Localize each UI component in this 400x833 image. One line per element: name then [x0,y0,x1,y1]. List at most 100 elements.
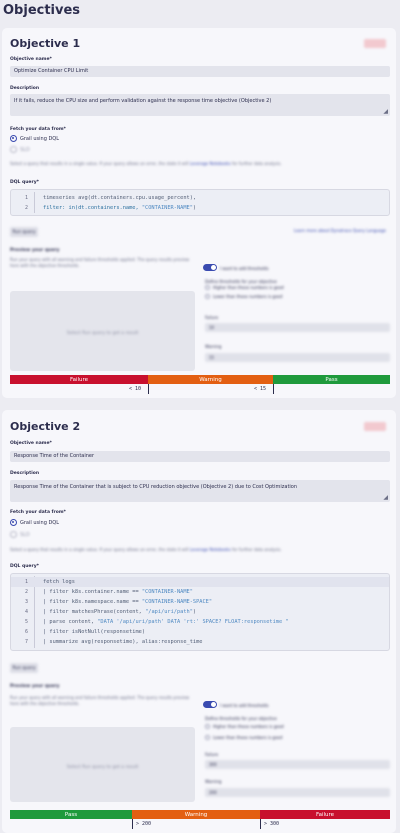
tick-label-2: > 300 [264,821,280,827]
failure-threshold-input[interactable]: 10 [205,323,390,332]
line-number: 2 [24,205,28,211]
code-text: filter: in(dt.containers.name, "CONTAINE… [43,205,197,211]
thresholds-toggle[interactable] [203,264,217,271]
learn-dql-link[interactable]: Learn more about Dynatrace Query Languag… [294,228,386,233]
code-text: | filter k8s.container.name == "CONTAINE… [43,589,193,595]
threshold-lower-radio[interactable]: Lower than these numbers is good [205,294,282,299]
threshold-ticks: > 200 > 300 [10,819,390,829]
code-text: timeseries avg(dt.containers.cpu.usage_p… [43,195,197,201]
code-text: | filter isNotNull(responsetime) [43,629,146,635]
page-title: Objectives [3,3,81,18]
preview-help-text: Run your query with all warning and fail… [10,695,190,706]
code-line: 5 | parse content, "DATA '/api/uri/path'… [11,617,389,627]
tick-label-1: < 10 [129,386,142,392]
pass-segment: Pass [10,810,132,819]
threshold-lower-radio[interactable]: Lower than these numbers is good [205,735,282,740]
thresholds-toggle-label: I want to add thresholds [220,266,269,271]
threshold-higher-radio[interactable]: Higher than these numbers is good [205,724,284,729]
source-other-radio[interactable]: SLO [10,146,30,153]
notebooks-link[interactable]: Leverage Notebooks [190,161,231,166]
resize-handle-icon[interactable]: ◢ [383,108,388,115]
define-thresholds-label: Define thresholds for your objective [205,716,277,721]
objective-name-label: Objective name* [10,441,52,446]
source-grail-label: Grail using DQL [20,519,60,526]
radio-unselected-icon [10,146,17,153]
code-line: 3 | filter k8s.namespace.name == "CONTAI… [11,597,389,607]
code-text: | filter k8s.namespace.name == "CONTAINE… [43,599,213,605]
failure-segment: Failure [260,810,390,819]
preview-query-label: Preview your query [10,684,60,689]
description-text: Response Time of the Container that is s… [14,484,298,490]
run-query-button[interactable]: Run query [10,227,38,237]
code-text: | filter matchesPhrase(content, "/api/ur… [43,609,197,615]
help-tail: for further data analysis. [232,161,282,166]
code-text: | summarize avg(responsetime), alias:res… [43,639,203,645]
delete-button[interactable] [364,39,386,48]
objective-name-input[interactable]: Response Time of the Container [10,451,390,462]
source-grail-radio[interactable]: Grail using DQL [10,519,59,526]
delete-button[interactable] [364,422,386,431]
failure-threshold-label: Failure [205,752,219,757]
objective-name-label: Objective name* [10,57,52,62]
help-text: Select a query that results in a single … [10,547,189,552]
radio-icon [205,285,210,290]
source-other-radio[interactable]: SLO [10,531,30,538]
warning-threshold-label: Warning [205,779,222,784]
help-text: Select a query that results in a single … [10,161,189,166]
line-number: 7 [24,639,28,645]
code-line: 6 | filter isNotNull(responsetime) [11,627,389,637]
line-number: 1 [24,195,28,201]
fetch-data-label: Fetch your data from* [10,127,66,132]
warning-threshold-input[interactable]: 15 [205,353,390,362]
objective-card-2: Objective 2 Objective name* Response Tim… [2,410,396,833]
failure-threshold-input[interactable]: 300 [205,760,390,769]
threshold-lower-label: Lower than these numbers is good [213,735,283,740]
code-text: fetch logs [43,579,75,585]
line-number: 6 [24,629,28,635]
preview-placeholder: Select Run query to get a result [66,764,139,770]
tick-label-1: > 200 [136,821,152,827]
run-query-button[interactable]: Run query [10,663,38,673]
line-number: 4 [24,609,28,615]
warning-segment: Warning [132,810,260,819]
preview-placeholder: Select Run query to get a result [66,331,139,336]
warning-threshold-input[interactable]: 200 [205,788,390,797]
warning-segment: Warning [148,375,273,384]
radio-icon [205,735,210,740]
description-text: If it fails, reduce the CPU size and per… [14,98,272,104]
code-line: 7 | summarize avg(responsetime), alias:r… [11,637,389,647]
tick-marker [260,819,261,829]
line-number: 1 [24,579,28,585]
objective-name-input[interactable]: Optimize Container CPU Limit [10,66,390,77]
preview-help-text: Run your query with all warning and fail… [10,257,190,268]
radio-selected-icon [10,519,17,526]
dql-query-label: DQL query* [10,180,39,185]
dql-editor[interactable]: 1 fetch logs 2 | filter k8s.container.na… [10,573,390,651]
description-textarea[interactable]: If it fails, reduce the CPU size and per… [10,94,390,116]
data-source-help: Select a query that results in a single … [10,161,282,166]
description-textarea[interactable]: Response Time of the Container that is s… [10,480,390,502]
data-source-help: Select a query that results in a single … [10,547,282,552]
radio-icon [205,724,210,729]
tick-marker [132,819,133,829]
failure-threshold-label: Failure [205,315,219,320]
threshold-bar: Failure Warning Pass [10,375,390,384]
notebooks-link[interactable]: Leverage Notebooks [190,547,231,552]
code-line: 4 | filter matchesPhrase(content, "/api/… [11,607,389,617]
resize-handle-icon[interactable]: ◢ [383,494,388,501]
tick-marker [273,384,274,394]
code-text: | parse content, "DATA '/api/uri/path' D… [43,619,289,625]
dql-query-label: DQL query* [10,564,39,569]
thresholds-toggle-label: I want to add thresholds [220,703,269,708]
dql-editor[interactable]: 1 timeseries avg(dt.containers.cpu.usage… [10,189,390,216]
preview-query-label: Preview your query [10,248,60,253]
threshold-higher-label: Higher than these numbers is good [213,724,284,729]
thresholds-toggle[interactable] [203,701,217,708]
description-label: Description [10,471,40,476]
objective-card-1: Objective 1 Objective name* Optimize Con… [2,28,396,398]
source-grail-radio[interactable]: Grail using DQL [10,135,59,142]
description-label: Description [10,86,40,91]
threshold-bar: Pass Warning Failure [10,810,390,819]
radio-selected-icon [10,135,17,142]
threshold-higher-radio[interactable]: Higher than these numbers is good [205,285,284,290]
